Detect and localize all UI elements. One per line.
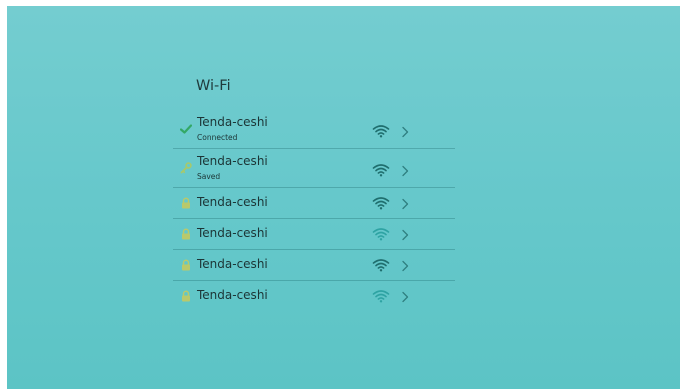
chevron-right-icon[interactable]	[400, 259, 410, 272]
network-row[interactable]: Tenda-ceshi	[173, 188, 455, 219]
network-list: Tenda-ceshi Connected Tenda-ceshi Saved …	[173, 110, 455, 311]
network-ssid: Tenda-ceshi	[197, 226, 268, 240]
chevron-right-icon[interactable]	[400, 228, 410, 241]
network-status: Connected	[197, 133, 238, 142]
lock-icon	[179, 227, 193, 241]
network-status: Saved	[197, 172, 221, 181]
network-ssid: Tenda-ceshi	[197, 257, 268, 271]
lock-icon	[179, 289, 193, 303]
page-title: Wi-Fi	[196, 78, 231, 94]
network-row[interactable]: Tenda-ceshi	[173, 281, 455, 311]
wifi-signal-strong-icon	[372, 196, 390, 210]
network-row[interactable]: Tenda-ceshi	[173, 250, 455, 281]
wifi-signal-weak-icon	[372, 289, 390, 303]
wifi-signal-strong-icon	[372, 258, 390, 272]
network-ssid: Tenda-ceshi	[197, 154, 268, 168]
check-icon	[179, 122, 193, 136]
wifi-signal-strong-icon	[372, 124, 390, 138]
lock-icon	[179, 258, 193, 272]
chevron-right-icon[interactable]	[400, 290, 410, 303]
wifi-settings-screen: Wi-Fi Tenda-ceshi Connected Tenda-ceshi …	[7, 6, 680, 389]
lock-icon	[179, 196, 193, 210]
chevron-right-icon[interactable]	[400, 125, 410, 138]
key-icon	[179, 161, 193, 175]
chevron-right-icon[interactable]	[400, 164, 410, 177]
network-ssid: Tenda-ceshi	[197, 195, 268, 209]
network-row[interactable]: Tenda-ceshi Connected	[173, 110, 455, 149]
network-ssid: Tenda-ceshi	[197, 115, 268, 129]
network-ssid: Tenda-ceshi	[197, 288, 268, 302]
network-row[interactable]: Tenda-ceshi Saved	[173, 149, 455, 188]
wifi-signal-strong-icon	[372, 163, 390, 177]
wifi-signal-weak-icon	[372, 227, 390, 241]
chevron-right-icon[interactable]	[400, 197, 410, 210]
network-row[interactable]: Tenda-ceshi	[173, 219, 455, 250]
